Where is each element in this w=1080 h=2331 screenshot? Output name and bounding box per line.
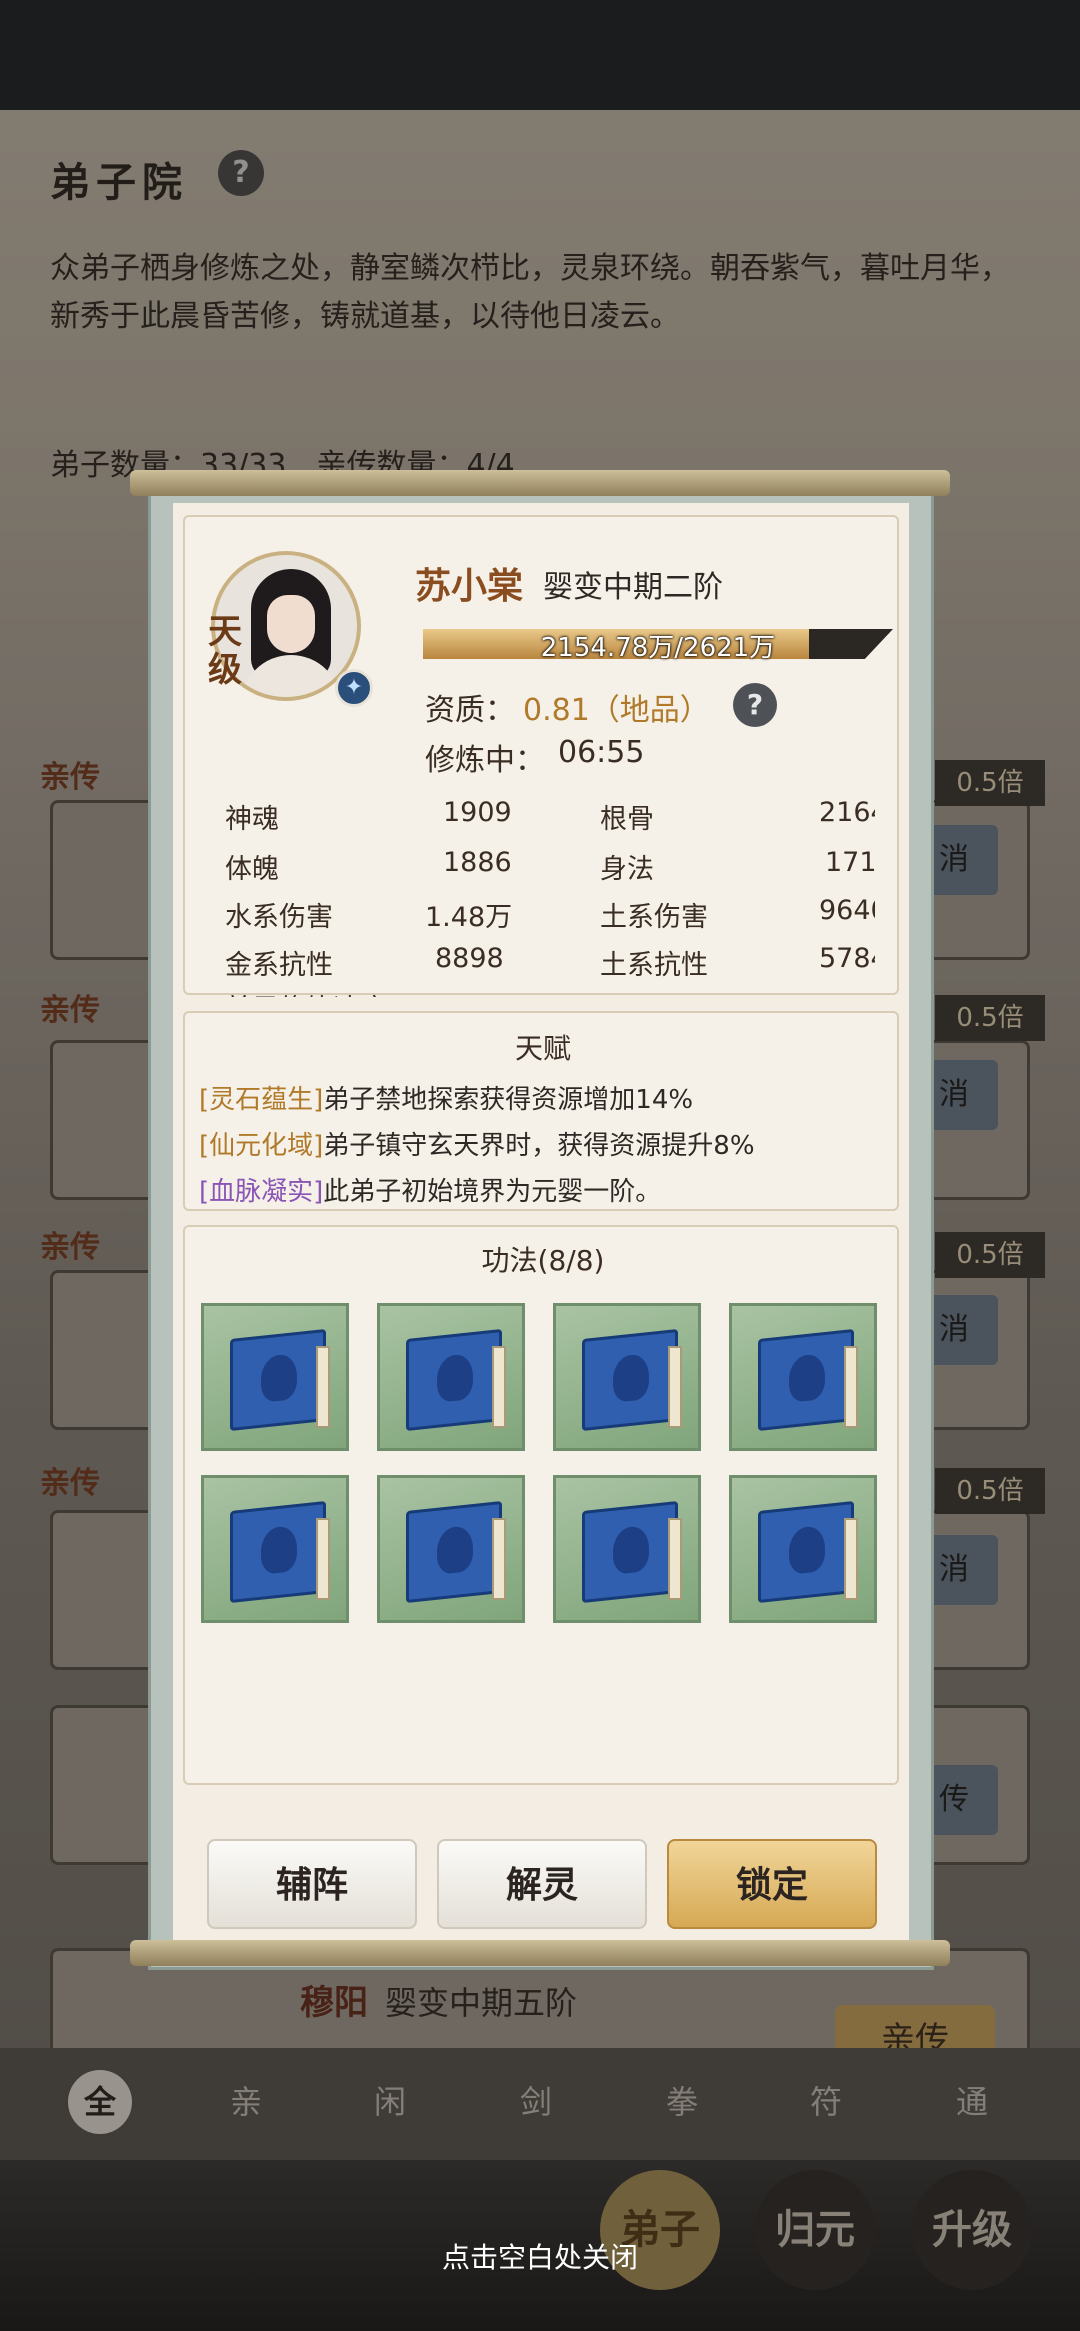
talent-text: 此弟子初始境界为元婴一阶。 xyxy=(323,1177,662,1207)
book-icon xyxy=(230,1500,326,1604)
stat-value: 1715 xyxy=(825,847,875,878)
stat-label: 根骨 xyxy=(600,804,654,835)
exp-text: 2154.78万/2621万 xyxy=(540,633,776,663)
stat-label: 土系伤害 xyxy=(600,902,708,933)
book-icon xyxy=(582,1328,678,1432)
book-icon xyxy=(582,1500,678,1604)
technique-slot[interactable] xyxy=(729,1475,877,1623)
technique-slot[interactable] xyxy=(729,1303,877,1451)
talent-tag: [仙元化域] xyxy=(199,1131,324,1161)
stat-label: 身法 xyxy=(600,854,654,885)
close-hint: 点击空白处关闭 xyxy=(441,2241,638,2274)
disciple-detail-scroll: 天级 ✦ 苏小棠 婴变中期二阶 2154.78万/2621万 资质： 0.81（… xyxy=(148,480,934,1970)
release-button[interactable]: 解灵 xyxy=(437,1839,647,1929)
talent-tag: [灵石蕴生] xyxy=(199,1085,324,1115)
stat-value: 1886 xyxy=(443,847,512,878)
talent-item: [仙元化域]弟子镇守玄天界时，获得资源提升8% xyxy=(199,1125,755,1162)
stat-label: 神魂 xyxy=(225,804,279,835)
technique-slot[interactable] xyxy=(377,1475,525,1623)
stat-label: 体魄 xyxy=(225,854,279,885)
scroll-rod-top xyxy=(130,470,950,496)
stat-label: 土系抗性 xyxy=(600,950,708,981)
stat-value: 2164 xyxy=(819,797,875,828)
stat-label: 水系伤害 xyxy=(225,902,333,933)
disciple-name: 苏小棠 xyxy=(415,566,524,607)
assist-button[interactable]: 辅阵 xyxy=(207,1839,417,1929)
scroll-rod-bottom xyxy=(130,1940,950,1966)
stat-value: 1909 xyxy=(443,797,512,828)
book-icon xyxy=(406,1328,502,1432)
quality-label: 资质： xyxy=(425,693,515,728)
talent-text: 弟子镇守玄天界时，获得资源提升8% xyxy=(323,1131,755,1161)
stats-list[interactable]: 神魂 1909 根骨 2164 体魄 1886 身法 1715 水系伤害 1.4… xyxy=(225,797,875,997)
cultivation-role-icon: ✦ xyxy=(335,669,373,707)
talent-title: 天赋 xyxy=(514,1032,571,1065)
stat-value: 5784 xyxy=(819,943,875,974)
stat-value: 8898 xyxy=(435,943,504,974)
talent-text: 弟子禁地探索获得资源增加14% xyxy=(323,1085,694,1115)
book-icon xyxy=(230,1328,326,1432)
technique-slot[interactable] xyxy=(201,1303,349,1451)
stat-value: 20.45万 xyxy=(435,987,539,997)
stat-label: 弟子修炼速度 xyxy=(225,987,387,997)
technique-slot[interactable] xyxy=(553,1303,701,1451)
quality-help-icon[interactable]: ? xyxy=(733,683,777,727)
technique-title: 功法(8/8) xyxy=(481,1244,605,1277)
stat-value: 1.48万 xyxy=(425,902,513,933)
lock-button[interactable]: 锁定 xyxy=(667,1839,877,1929)
stat-value: 9640 xyxy=(819,895,875,926)
training-timer: 06:55 xyxy=(558,735,645,770)
book-icon xyxy=(758,1328,854,1432)
talent-item: [血脉凝实]此弟子初始境界为元婴一阶。 xyxy=(199,1171,661,1208)
scroll-paper: 天级 ✦ 苏小棠 婴变中期二阶 2154.78万/2621万 资质： 0.81（… xyxy=(173,503,909,1948)
technique-slot[interactable] xyxy=(201,1475,349,1623)
book-icon xyxy=(758,1500,854,1604)
technique-slot[interactable] xyxy=(553,1475,701,1623)
disciple-realm: 婴变中期二阶 xyxy=(543,570,723,605)
training-label: 修炼中： xyxy=(425,743,545,778)
talent-item: [灵石蕴生]弟子禁地探索获得资源增加14% xyxy=(199,1079,693,1116)
avatar-face xyxy=(267,595,315,653)
technique-section: 功法(8/8) xyxy=(183,1225,899,1785)
stat-label: 金系抗性 xyxy=(225,950,333,981)
talent-section: 天赋 [灵石蕴生]弟子禁地探索获得资源增加14% [仙元化域]弟子镇守玄天界时，… xyxy=(183,1011,899,1211)
grade-label: 天级 xyxy=(208,612,242,690)
quality-value: 0.81（地品） xyxy=(523,693,710,728)
book-icon xyxy=(406,1500,502,1604)
talent-tag: [血脉凝实] xyxy=(199,1177,324,1207)
technique-slot[interactable] xyxy=(377,1303,525,1451)
disciple-header: 天级 ✦ 苏小棠 婴变中期二阶 2154.78万/2621万 资质： 0.81（… xyxy=(183,515,899,997)
